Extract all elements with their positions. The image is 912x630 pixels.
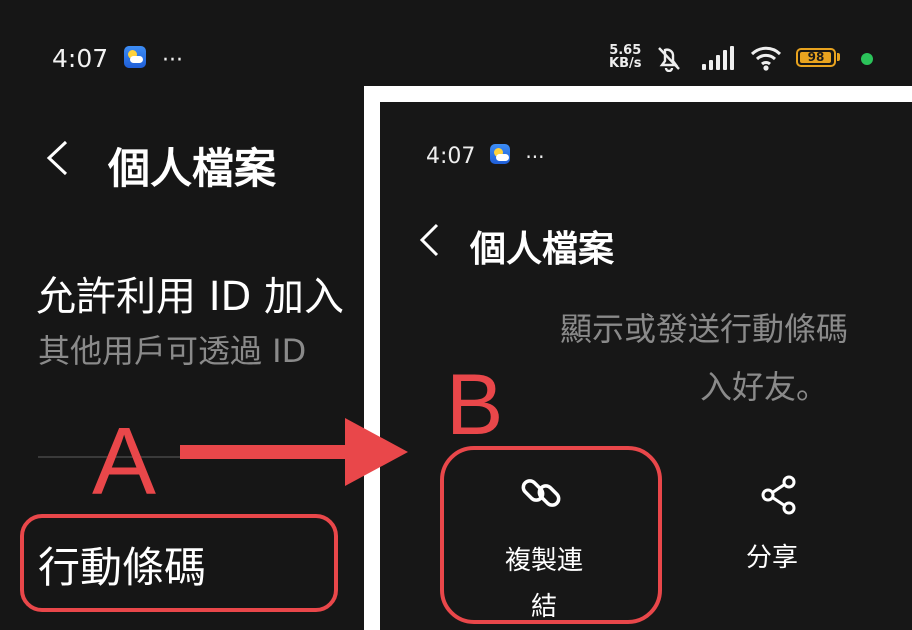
overlay-description-line1: 顯示或發送行動條碼 (560, 310, 849, 348)
battery-level: 98 (807, 50, 825, 64)
share-icon[interactable] (758, 474, 800, 516)
overlay-page-title: 個人檔案 (470, 229, 615, 270)
page-title: 個人檔案 (108, 144, 277, 193)
battery-icon: 98 (796, 48, 836, 67)
allow-id-setting-title[interactable]: 允許利用 ID 加入 (36, 264, 344, 322)
back-button[interactable] (44, 138, 70, 178)
annotation-label-b: B (446, 357, 504, 453)
net-speed: 5.65 KB/s (609, 44, 641, 70)
annotation-label-a: A (92, 408, 157, 515)
annotation-arrow (180, 418, 408, 486)
overlay-description-line2: 入好友。 (700, 368, 829, 406)
annotation-box-b (440, 446, 662, 624)
overlay-back-chevron-icon (419, 223, 439, 257)
overlay-status-time-text: 4:07 (426, 144, 476, 169)
overlay-back-button[interactable] (418, 222, 440, 258)
weather-icon (124, 46, 147, 68)
battery-cap (837, 53, 840, 61)
annotation-box-a (20, 514, 338, 612)
overlay-more-dots-icon: ··· (525, 145, 545, 169)
mute-icon (658, 47, 680, 72)
overlay-status-time: 4:07 ··· (426, 144, 544, 169)
overlay-weather-icon (490, 144, 511, 164)
privacy-indicator-dot (861, 53, 873, 65)
status-time-text: 4:07 (52, 44, 109, 73)
back-chevron-icon (46, 140, 68, 176)
more-dots-icon: ··· (162, 47, 184, 73)
wifi-icon (750, 46, 782, 71)
share-label[interactable]: 分享 (746, 538, 798, 578)
net-speed-unit: KB/s (609, 56, 642, 71)
status-time: 4:07 ··· (52, 44, 183, 73)
signal-icon (702, 46, 736, 70)
allow-id-setting-description: 其他用戶可透過 ID (38, 332, 307, 370)
